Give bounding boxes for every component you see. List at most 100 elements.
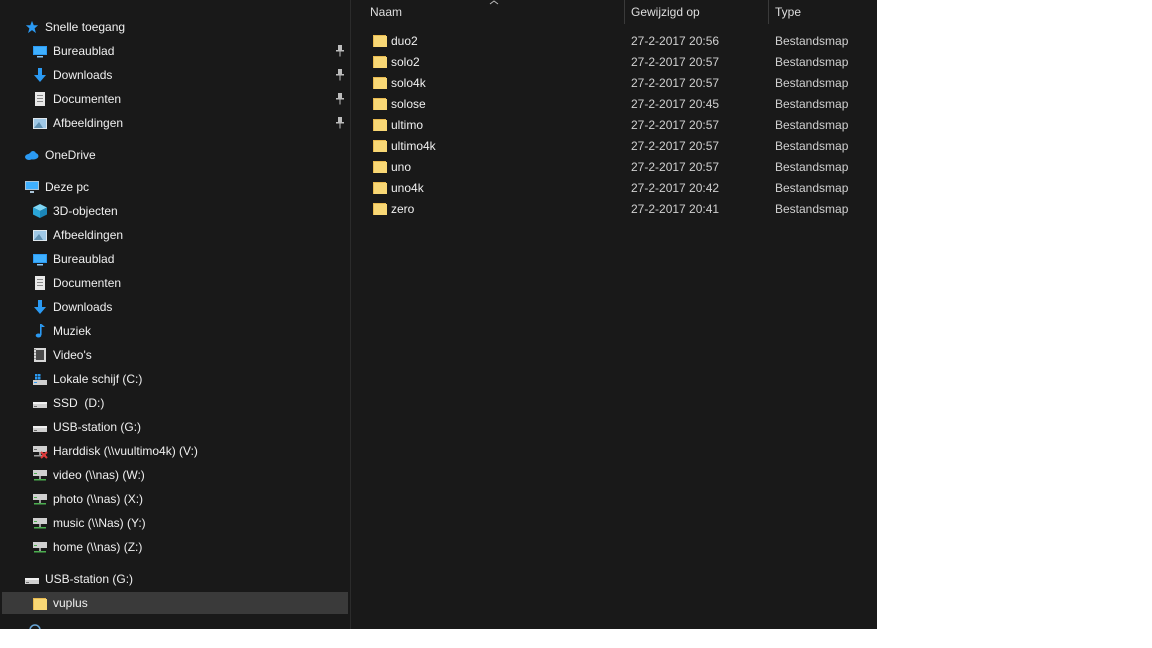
column-header-name-label: Naam [370,5,403,19]
table-row[interactable]: solose 27-2-2017 20:45 Bestandsmap [369,93,877,114]
folder-icon [372,95,388,111]
column-header-type[interactable]: Type [775,0,801,24]
nav-item-home-nas-z[interactable]: home (\\nas) (Z:) [2,536,348,558]
nav-item-usb-station-g[interactable]: USB-station (G:) [2,416,348,438]
nav-item-label: Documenten [53,92,122,106]
nav-item-documenten[interactable]: Documenten [2,88,348,110]
nav-item-video-s[interactable]: Video's [2,344,348,366]
download-arrow-icon [32,299,48,315]
document-icon [32,275,48,291]
folder-icon [32,595,48,611]
nav-item-label: Bureaublad [53,252,115,266]
file-modified-date: 27-2-2017 20:57 [631,160,720,174]
table-row[interactable]: duo2 27-2-2017 20:56 Bestandsmap [369,30,877,51]
nav-item-photo-nas-x[interactable]: photo (\\nas) (X:) [2,488,348,510]
table-row[interactable]: ultimo4k 27-2-2017 20:57 Bestandsmap [369,135,877,156]
table-row[interactable]: uno 27-2-2017 20:57 Bestandsmap [369,156,877,177]
network-drive-icon [32,515,48,531]
computer-icon [24,179,40,195]
cloud-icon [24,147,40,163]
nav-item-afbeeldingen[interactable]: Afbeeldingen [2,112,348,134]
nav-item-deze-pc[interactable]: Deze pc [2,176,348,198]
nav-item-video-nas-w[interactable]: video (\\nas) (W:) [2,464,348,486]
table-row[interactable]: solo4k 27-2-2017 20:57 Bestandsmap [369,72,877,93]
network-drive-icon [32,539,48,555]
nav-item-label: Downloads [53,68,113,82]
folder-icon [372,74,388,90]
document-icon [32,91,48,107]
network-icon [29,624,41,629]
nav-item-downloads[interactable]: Downloads [2,296,348,318]
column-separator[interactable] [624,0,625,24]
pin-icon[interactable] [335,116,345,130]
nav-item-label: Muziek [53,324,92,338]
file-modified-date: 27-2-2017 20:56 [631,34,720,48]
nav-item-label: Afbeeldingen [53,116,124,130]
pictures-icon [32,115,48,131]
column-separator[interactable] [768,0,769,24]
table-row[interactable]: solo2 27-2-2017 20:57 Bestandsmap [369,51,877,72]
nav-item-downloads[interactable]: Downloads [2,64,348,86]
file-name: ultimo [391,118,424,132]
nav-item-label: Afbeeldingen [53,228,124,242]
file-explorer-window: Snelle toegang Bureaublad Downloads Documen… [0,0,877,629]
column-header-modified[interactable]: Gewijzigd op [631,0,700,24]
file-name: uno [391,160,412,174]
nav-item-afbeeldingen[interactable]: Afbeeldingen [2,224,348,246]
nav-item-label: SSD (D:) [53,396,105,410]
file-list-pane: Naam Gewijzigd op Type duo2 27-2-2017 20:… [351,0,877,629]
column-header-name[interactable]: Naam [370,0,402,24]
nav-item-harddisk-vuultimo4k-v[interactable]: Harddisk (\\vuultimo4k) (V:) [2,440,348,462]
desktop-icon [32,43,48,59]
nav-item-label: home (\\nas) (Z:) [53,540,143,554]
file-modified-date: 27-2-2017 20:57 [631,55,720,69]
file-type: Bestandsmap [775,118,849,132]
table-row[interactable]: zero 27-2-2017 20:41 Bestandsmap [369,198,877,219]
download-arrow-icon [32,67,48,83]
drive-icon [32,395,48,411]
nav-item-vuplus[interactable]: vuplus [2,592,348,614]
file-name: uno4k [391,181,424,195]
folder-icon [372,116,388,132]
nav-item-3d-objecten[interactable]: 3D-objecten [2,200,348,222]
table-row[interactable]: uno4k 27-2-2017 20:42 Bestandsmap [369,177,877,198]
file-name: solo2 [391,55,420,69]
file-type: Bestandsmap [775,160,849,174]
file-modified-date: 27-2-2017 20:57 [631,118,720,132]
nav-item-label: photo (\\nas) (X:) [53,492,144,506]
film-icon [32,347,48,363]
nav-item-bureaublad[interactable]: Bureaublad [2,40,348,62]
nav-item-label: USB-station (G:) [45,572,134,586]
nav-item-ssd-d[interactable]: SSD (D:) [2,392,348,414]
file-type: Bestandsmap [775,34,849,48]
nav-item-usb-station-g[interactable]: USB-station (G:) [2,568,348,590]
pin-icon[interactable] [335,44,345,58]
disconnected-network-drive-icon [32,443,48,459]
nav-item-label: Bureaublad [53,44,115,58]
nav-item-label: Snelle toegang [45,20,126,34]
nav-item-music-nas-y[interactable]: music (\\Nas) (Y:) [2,512,348,534]
folder-icon [372,200,388,216]
network-drive-icon [32,491,48,507]
column-header-modified-label: Gewijzigd op [631,5,700,19]
nav-item-label: Lokale schijf (C:) [53,372,143,386]
nav-item-onedrive[interactable]: OneDrive [2,144,348,166]
nav-item-muziek[interactable]: Muziek [2,320,348,342]
music-note-icon [32,323,48,339]
nav-item-lokale-schijf-c[interactable]: Lokale schijf (C:) [2,368,348,390]
file-modified-date: 27-2-2017 20:41 [631,202,720,216]
nav-item-bureaublad[interactable]: Bureaublad [2,248,348,270]
nav-item-documenten[interactable]: Documenten [2,272,348,294]
nav-item-label: Downloads [53,300,113,314]
nav-item-snelle-toegang[interactable]: Snelle toegang [2,16,348,38]
nav-item-label: video (\\nas) (W:) [53,468,145,482]
file-type: Bestandsmap [775,76,849,90]
pin-icon[interactable] [335,92,345,106]
nav-item-label: music (\\Nas) (Y:) [53,516,146,530]
file-type: Bestandsmap [775,97,849,111]
cube-icon [32,203,48,219]
file-name: ultimo4k [391,139,436,153]
file-type: Bestandsmap [775,202,849,216]
pin-icon[interactable] [335,68,345,82]
table-row[interactable]: ultimo 27-2-2017 20:57 Bestandsmap [369,114,877,135]
